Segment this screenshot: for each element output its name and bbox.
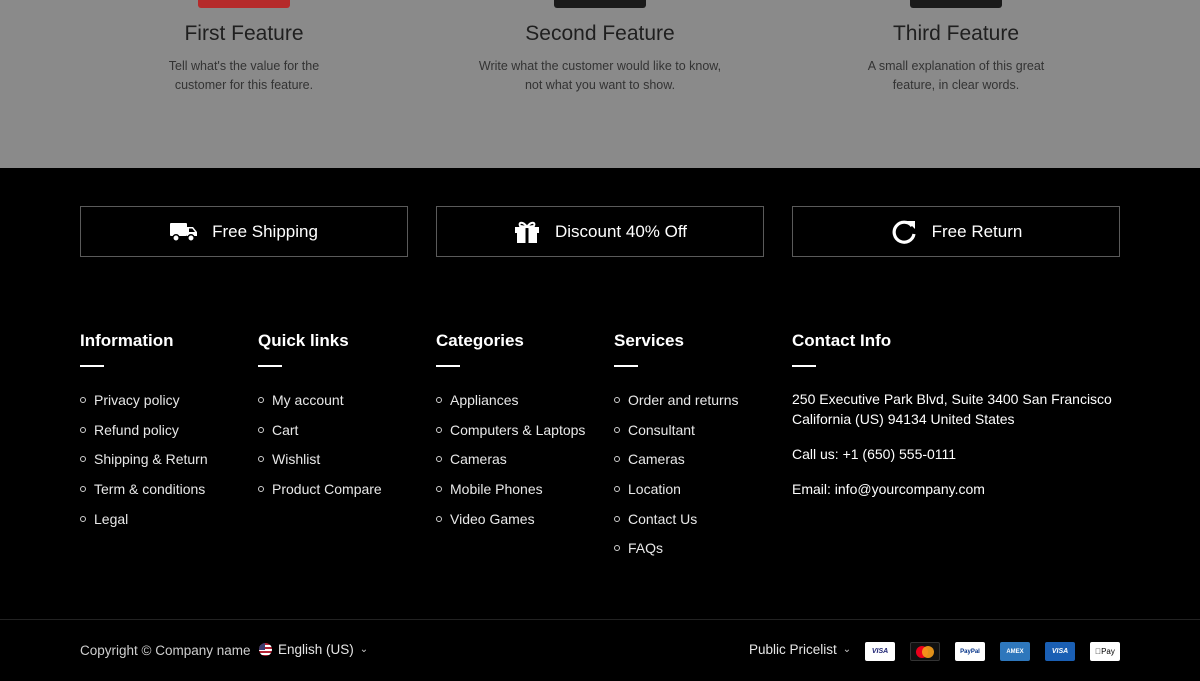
bullet-icon — [614, 515, 620, 522]
footer-link[interactable]: Refund policy — [80, 422, 208, 452]
footer-link[interactable]: Wishlist — [258, 451, 382, 481]
perk-label: Free Return — [931, 221, 1023, 241]
column-title: Quick links — [258, 331, 349, 350]
bullet-icon — [80, 515, 86, 522]
perk-label: Free Shipping — [212, 221, 318, 241]
footer-column-information: Information Privacy policy Refund policy… — [80, 331, 208, 540]
footer-link[interactable]: Contact Us — [614, 511, 739, 541]
bullet-icon — [436, 456, 442, 463]
bullet-icon — [614, 486, 620, 493]
visa-blue-icon: VISA — [1045, 642, 1075, 661]
us-flag-icon — [259, 643, 272, 656]
bullet-icon — [614, 545, 620, 552]
perk-discount: Discount 40% Off — [436, 206, 764, 257]
link-list: Order and returns Consultant Cameras Loc… — [614, 392, 739, 570]
footer-link[interactable]: Shipping & Return — [80, 451, 208, 481]
pricelist-label: Public Pricelist — [749, 642, 837, 657]
feature-title: Third Feature — [892, 22, 1020, 45]
footer-link[interactable]: Computers & Laptops — [436, 422, 585, 452]
footer-link[interactable]: Order and returns — [614, 392, 739, 422]
link-list: Appliances Computers & Laptops Cameras M… — [436, 392, 585, 540]
column-title: Services — [614, 331, 684, 350]
chevron-down-icon: ⌄ — [359, 644, 369, 655]
feature-description: Tell what's the value for the customer f… — [168, 59, 320, 92]
bullet-icon — [258, 486, 264, 493]
footer-link[interactable]: Cameras — [614, 451, 739, 481]
contact-email[interactable]: Email: info@yourcompany.com — [792, 479, 1122, 499]
footer-link[interactable]: Mobile Phones — [436, 481, 585, 511]
footer-link[interactable]: Video Games — [436, 511, 585, 541]
title-underline — [436, 365, 460, 367]
pricelist-selector[interactable]: Public Pricelist ⌄ — [749, 642, 851, 657]
footer-link[interactable]: My account — [258, 392, 382, 422]
title-underline — [258, 365, 282, 367]
feature-image — [910, 0, 1002, 8]
footer-link[interactable]: Appliances — [436, 392, 585, 422]
bullet-icon — [80, 456, 86, 463]
language-selector[interactable]: English (US) ⌄ — [259, 642, 368, 657]
bullet-icon — [258, 456, 264, 463]
footer-link[interactable]: Term & conditions — [80, 481, 208, 511]
bullet-icon — [436, 397, 442, 403]
footer-link[interactable]: Legal — [80, 511, 208, 541]
bullet-icon — [436, 515, 442, 522]
feature-description: A small explanation of this great featur… — [867, 59, 1045, 92]
footer-column-categories: Categories Appliances Computers & Laptop… — [436, 331, 585, 540]
contact-address: 250 Executive Park Blvd, Suite 3400 San … — [792, 391, 1112, 427]
footer-link[interactable]: FAQs — [614, 540, 739, 570]
paypal-icon: PayPal — [955, 642, 985, 661]
link-list: My account Cart Wishlist Product Compare — [258, 392, 382, 511]
bullet-icon — [80, 426, 86, 433]
bullet-icon — [436, 486, 442, 493]
bullet-icon — [614, 397, 620, 403]
feature-title: Second Feature — [525, 22, 675, 45]
applepay-icon: Pay — [1090, 642, 1120, 661]
title-underline — [80, 365, 104, 367]
feature-title: First Feature — [184, 22, 304, 45]
truck-icon — [170, 218, 198, 246]
gift-icon — [513, 218, 541, 246]
features-section: First Feature Tell what's the value for … — [0, 0, 1200, 168]
perk-label: Discount 40% Off — [555, 221, 687, 241]
feature-image — [198, 0, 290, 8]
column-title: Information — [80, 331, 174, 350]
feature-image — [554, 0, 646, 8]
footer-link[interactable]: Consultant — [614, 422, 739, 452]
footer-link[interactable]: Cameras — [436, 451, 585, 481]
title-underline — [614, 365, 638, 367]
footer-link[interactable]: Privacy policy — [80, 392, 208, 422]
copyright-text: Copyright © Company name — [80, 643, 251, 658]
bullet-icon — [614, 426, 620, 433]
mastercard-icon — [910, 642, 940, 661]
footer-column-quick-links: Quick links My account Cart Wishlist Pro… — [258, 331, 382, 511]
bullet-icon — [80, 486, 86, 493]
footer-link[interactable]: Cart — [258, 422, 382, 452]
amex-icon: AMEX — [1000, 642, 1030, 661]
chevron-down-icon: ⌄ — [842, 644, 852, 655]
perk-free-shipping: Free Shipping — [80, 206, 408, 257]
bullet-icon — [258, 426, 264, 433]
language-label: English (US) — [278, 642, 354, 657]
visa-icon: VISA — [865, 642, 895, 661]
bullet-icon — [436, 426, 442, 433]
bullet-icon — [614, 456, 620, 463]
footer-bottom-bar: Copyright © Company name English (US) ⌄ … — [0, 619, 1200, 681]
refresh-icon — [890, 218, 918, 246]
footer-link[interactable]: Location — [614, 481, 739, 511]
bullet-icon — [258, 397, 264, 403]
contact-phone[interactable]: Call us: +1 (650) 555-0111 — [792, 444, 1122, 464]
bullet-icon — [80, 397, 86, 403]
link-list: Privacy policy Refund policy Shipping & … — [80, 392, 208, 540]
column-title: Contact Info — [792, 331, 892, 350]
footer-link[interactable]: Product Compare — [258, 481, 382, 511]
feature-description: Write what the customer would like to kn… — [478, 59, 722, 92]
column-title: Categories — [436, 331, 524, 350]
title-underline — [792, 365, 816, 367]
footer-column-services: Services Order and returns Consultant Ca… — [614, 331, 739, 570]
footer-column-contact: Contact Info 250 Executive Park Blvd, Su… — [792, 331, 1122, 499]
perk-free-return: Free Return — [792, 206, 1120, 257]
